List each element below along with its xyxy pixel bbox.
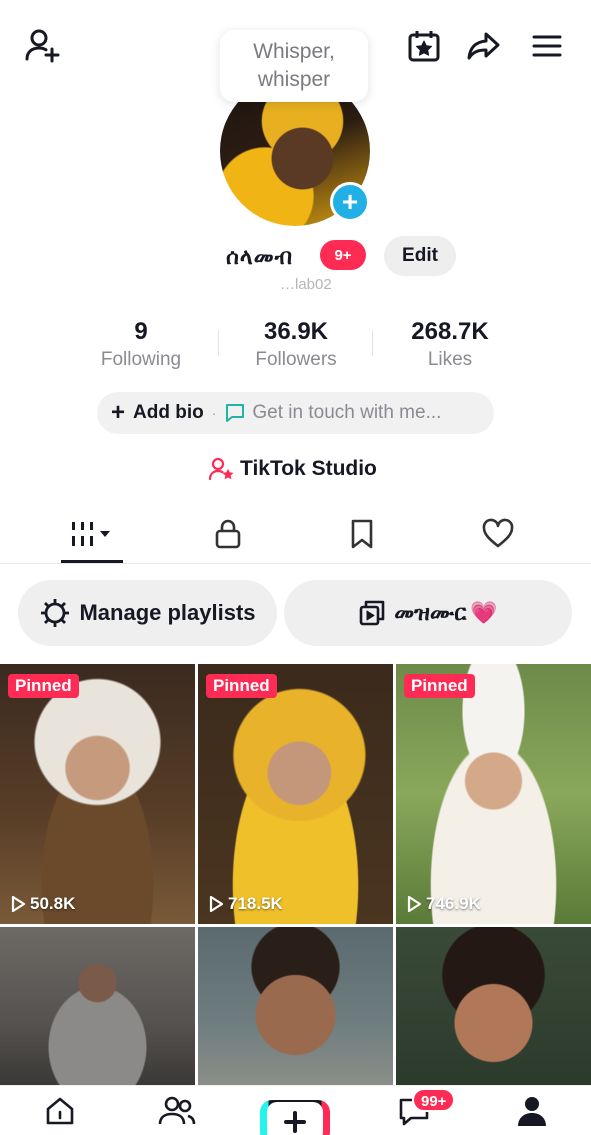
profile-icon (518, 1097, 546, 1126)
play-icon (209, 895, 224, 913)
add-person-icon (25, 29, 60, 63)
manage-playlists-label: Manage playlists (79, 600, 256, 625)
nav-friends[interactable] (155, 1094, 199, 1135)
video-thumbnail (396, 664, 591, 924)
tab-liked[interactable] (458, 506, 538, 562)
inbox-badge: 99+ (412, 1088, 456, 1112)
calendar-button[interactable] (402, 24, 446, 68)
following-label: Following (100, 349, 182, 370)
studio-label: TikTok Studio (240, 457, 377, 480)
video-tile[interactable]: Pinned 718.5K (198, 664, 393, 924)
view-count-text: 50.8K (30, 894, 76, 913)
tooltip-bubble: Whisper, whisper (220, 30, 368, 102)
tiktok-studio-link[interactable]: TikTok Studio (208, 452, 377, 486)
calendar-star-icon (408, 31, 440, 62)
video-thumbnail (0, 927, 195, 1087)
stat-following[interactable]: 9 Following (71, 316, 211, 372)
followers-count: 36.9K (263, 318, 329, 345)
play-icon (11, 895, 26, 913)
video-thumbnail (0, 664, 195, 924)
video-thumbnail (396, 927, 591, 1087)
video-tile[interactable]: Pinned 746.9K (396, 664, 591, 924)
video-tile[interactable]: Pinned 50.8K (0, 664, 195, 924)
grid-videos-icon (72, 522, 110, 546)
add-bio-label[interactable]: Add bio (133, 402, 204, 424)
video-tile[interactable] (396, 927, 591, 1087)
tab-private[interactable] (188, 506, 268, 562)
followers-label: Followers (255, 349, 337, 370)
create-button-inner (267, 1102, 323, 1135)
handle: …lab02 (280, 276, 332, 290)
tab-videos[interactable] (52, 506, 132, 562)
video-tile[interactable] (198, 927, 393, 1087)
pinned-badge: Pinned (206, 674, 277, 698)
following-count: 9 (134, 318, 148, 345)
share-arrow-icon (467, 32, 500, 60)
view-count: 718.5K (208, 894, 283, 914)
manage-playlists-button[interactable]: Manage playlists (18, 580, 277, 646)
stat-likes[interactable]: 268.7K Likes (380, 316, 520, 372)
stat-followers[interactable]: 36.9K Followers (226, 316, 366, 372)
add-story-plus-icon[interactable]: + (330, 182, 370, 222)
chat-bubble-icon (226, 404, 245, 422)
home-icon (46, 1097, 74, 1125)
edit-profile-button[interactable]: Edit (384, 236, 456, 276)
playlist-icon (359, 600, 385, 626)
plus-icon (284, 1111, 306, 1133)
creator-studio-icon (208, 457, 234, 481)
nav-home[interactable] (38, 1094, 82, 1135)
video-thumbnail (198, 664, 393, 924)
add-friend-button[interactable] (20, 24, 64, 68)
heart-outline-icon (482, 518, 514, 548)
separator: · (211, 405, 217, 421)
view-count-text: 746.9K (426, 894, 481, 913)
bio-pill[interactable]: + Add bio · Get in touch with me... (97, 392, 494, 434)
friends-icon (158, 1096, 196, 1125)
contact-label[interactable]: Get in touch with me... (252, 402, 441, 424)
tab-saved[interactable] (322, 506, 402, 562)
share-button[interactable] (462, 24, 506, 68)
pinned-badge: Pinned (404, 674, 475, 698)
stat-divider (218, 330, 219, 356)
likes-count: 268.7K (411, 318, 489, 345)
video-tile[interactable] (0, 927, 195, 1087)
view-count: 50.8K (10, 894, 75, 914)
menu-button[interactable] (525, 24, 569, 68)
hamburger-icon (532, 35, 562, 57)
likes-label: Likes (427, 349, 473, 370)
gear-icon (41, 599, 70, 627)
playlist-button[interactable]: መዝሙር 💗 (284, 580, 572, 646)
stat-divider (372, 330, 373, 356)
play-icon (407, 895, 422, 913)
tabs-divider (0, 563, 591, 564)
notification-badge[interactable]: 9+ (320, 240, 366, 270)
view-count-text: 718.5K (228, 894, 283, 913)
plus-icon: + (111, 399, 126, 426)
view-count: 746.9K (406, 894, 481, 914)
playlist-label: መዝሙር (394, 600, 467, 625)
pinned-badge: Pinned (8, 674, 79, 698)
pink-heart-emoji: 💗 (470, 600, 498, 625)
nav-profile[interactable] (510, 1094, 554, 1135)
create-button[interactable] (260, 1100, 330, 1135)
bookmark-icon (351, 519, 373, 549)
video-thumbnail (198, 927, 393, 1087)
lock-icon (215, 519, 241, 549)
